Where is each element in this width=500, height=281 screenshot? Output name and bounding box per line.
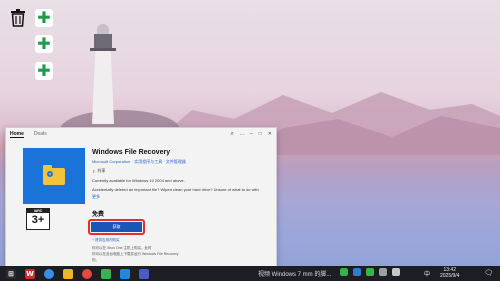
minimize-button[interactable]: – [250,131,253,137]
app-title: Windows File Recovery [92,149,171,156]
tab-home[interactable]: Home [10,131,24,138]
network-icon[interactable] [379,268,387,276]
get-button[interactable]: 获取 [91,222,142,232]
window-titlebar: Home Deals ⌕ ... – □ ✕ [6,128,276,140]
install-note-line-2: 你可以在此台电脑上下载并运行 Windows File Recovery [92,252,179,256]
add-shortcut-icon[interactable]: ✚ [35,35,53,53]
folder-icon [43,164,65,185]
clock[interactable]: 13:42 2025/9/4 [440,267,459,279]
start-icon[interactable]: ⊞ [6,268,16,279]
media-player-icon[interactable] [82,268,92,279]
volume-icon[interactable] [392,268,400,276]
add-shortcut-icon[interactable]: ✚ [35,9,53,27]
input-language-indicator[interactable]: 中 [424,269,430,278]
search-icon[interactable]: ⌕ [230,131,233,138]
get-button-highlight: 获取 [88,219,145,235]
install-note-line-3: 的。 [92,258,99,262]
taskbar: ⊞ W 视频 Windows 7 mm 的脚... 中 13:42 2025/9… [0,266,500,281]
share-button[interactable]: ⇪ 共享 [92,168,105,174]
store-icon[interactable] [120,268,130,279]
install-note-line-1: 你可以在 Xbox One 主机上购买。此时 [92,246,152,250]
share-icon: ⇪ [92,168,96,174]
tray-app-icon[interactable] [353,268,361,276]
more-options-button[interactable]: ... [240,131,244,137]
clock-date: 2025/9/4 [440,273,460,279]
app-icon [23,148,85,204]
wps-icon[interactable]: W [25,268,35,279]
recycle-bin-icon[interactable] [9,9,27,27]
notification-icon[interactable]: 🗨 [484,269,493,277]
maximize-button[interactable]: □ [259,131,262,137]
publisher-link[interactable]: Microsoft Corporation [92,159,130,165]
close-button[interactable]: ✕ [268,131,272,137]
description-line-1: Currently available for Windows 10 2004 … [92,178,185,183]
app-icon-8[interactable] [139,268,149,279]
description-line-2: Accidentally deleted an important file? … [92,187,259,192]
wallpaper-lighthouse [88,24,118,124]
store-window: Home Deals ⌕ ... – □ ✕ Windows File Reco… [5,127,277,270]
age-rating-badge: IARC 3+ [26,208,50,230]
rating-value: 3+ [31,214,45,226]
tray-app-icon[interactable] [366,268,374,276]
price-label: 免费 [92,212,105,218]
more-link[interactable]: 更多 [92,194,100,200]
category-link[interactable]: 实用程序与工具 · 文件管理器 [134,159,186,165]
active-window-title[interactable]: 视频 Windows 7 mm 的脚... [258,266,331,281]
in-app-purchase-note: + 提供应用内购买 [92,238,120,242]
add-shortcut-icon[interactable]: ✚ [35,62,53,80]
share-label: 共享 [97,168,106,173]
file-explorer-icon[interactable] [63,268,73,279]
wechat-icon[interactable] [101,268,111,279]
tray-app-icon[interactable] [340,268,348,276]
tab-deals[interactable]: Deals [34,131,47,137]
browser-icon[interactable] [44,268,54,279]
